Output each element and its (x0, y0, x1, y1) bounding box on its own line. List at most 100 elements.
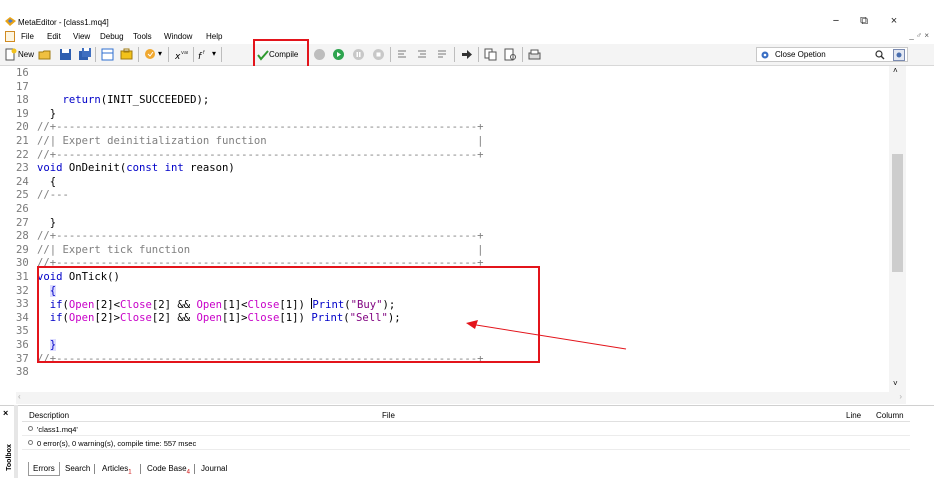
toolbar-separator (221, 47, 222, 62)
editor-horizontal-scrollbar[interactable]: ‹ › (16, 392, 906, 404)
row-description: 'class1.mq4' (37, 425, 78, 434)
line-number: 34 (16, 311, 29, 324)
toolbox-vertical-label: Toolbox (5, 444, 13, 471)
search-options-icon[interactable] (893, 49, 905, 61)
toolbox-close-icon[interactable]: × (3, 408, 8, 418)
code-text[interactable]: //| Expert tick function | (37, 244, 483, 257)
column-header-column[interactable]: Column (876, 411, 904, 420)
tab-search[interactable]: Search (61, 462, 94, 476)
table-row[interactable]: 0 error(s), 0 warning(s), compile time: … (22, 437, 910, 450)
settings-gear-icon[interactable] (760, 50, 770, 60)
pause-debug-icon[interactable] (352, 48, 365, 61)
tab-divider (94, 464, 95, 474)
code-text[interactable]: void OnDeinit(const int reason) (37, 162, 235, 175)
code-text[interactable]: return(INIT_SUCCEEDED); (37, 94, 210, 107)
code-text[interactable]: //+-------------------------------------… (37, 149, 483, 162)
menu-file[interactable]: File (21, 32, 34, 41)
copy-icon[interactable] (484, 48, 497, 61)
editor-vertical-scrollbar[interactable]: ˄ ˅ (889, 66, 906, 392)
menu-edit[interactable]: Edit (47, 32, 61, 41)
table-row[interactable]: 'class1.mq4' (22, 423, 910, 436)
navigator-icon[interactable] (101, 48, 114, 61)
tab-code-base-label: Code Base (147, 464, 187, 473)
row-description: 0 error(s), 0 warning(s), compile time: … (37, 439, 197, 448)
menu-view[interactable]: View (73, 32, 90, 41)
print-preview-icon[interactable] (504, 48, 517, 61)
menu-tools[interactable]: Tools (133, 32, 152, 41)
tab-articles-label: Articles (102, 464, 129, 473)
insert-variable-icon[interactable]: xvar (175, 48, 188, 61)
info-icon (28, 426, 33, 431)
line-number: 18 (16, 94, 29, 107)
restore-button[interactable]: ⧉ (857, 14, 871, 28)
scroll-up-icon[interactable]: ˄ (893, 66, 898, 75)
tab-errors[interactable]: Errors (28, 462, 60, 476)
new-file-icon[interactable] (4, 48, 17, 61)
toolbox-icon[interactable] (120, 48, 133, 61)
scroll-thumb[interactable] (892, 154, 903, 272)
scroll-left-icon[interactable]: ‹ (18, 392, 21, 401)
code-text[interactable]: } (37, 108, 56, 121)
status-bar (0, 480, 934, 496)
column-header-line[interactable]: Line (846, 411, 861, 420)
open-folder-icon[interactable] (38, 48, 51, 61)
line-number: 30 (16, 257, 29, 270)
stop-debug-icon[interactable] (372, 48, 385, 61)
line-number: 24 (16, 175, 29, 188)
line-number: 35 (16, 325, 29, 338)
code-text[interactable]: //--- (37, 189, 69, 202)
tab-journal[interactable]: Journal (197, 462, 231, 476)
save-icon[interactable] (59, 48, 72, 61)
annotation-arrow (466, 320, 627, 350)
toolbox-grid-header: Description File Line Column (22, 409, 910, 422)
toolbox-side-strip (14, 405, 18, 478)
line-number: 19 (16, 107, 29, 120)
code-text[interactable]: //+-------------------------------------… (37, 121, 483, 134)
toolbar: New ▾ xvar ff ▾ Compile (0, 44, 934, 66)
search-box[interactable]: Close Opetion (756, 47, 908, 62)
mdi-window-controls[interactable]: _ ♂ × (909, 31, 929, 40)
minimize-button[interactable]: − (829, 14, 843, 28)
menu-debug[interactable]: Debug (100, 32, 124, 41)
line-number: 36 (16, 339, 29, 351)
go-to-definition-icon[interactable] (460, 48, 473, 61)
code-text[interactable]: //+-------------------------------------… (37, 230, 483, 243)
search-input[interactable]: Close Opetion (775, 50, 826, 59)
scroll-down-icon[interactable]: ˅ (893, 379, 898, 388)
code-text[interactable]: } (37, 217, 56, 230)
code-text[interactable]: //| Expert deinitialization function | (37, 135, 483, 148)
wizard-icon[interactable] (144, 48, 157, 61)
close-button[interactable]: × (887, 14, 901, 28)
save-all-icon[interactable] (78, 48, 91, 61)
start-debug-icon[interactable] (332, 48, 345, 61)
document-icon[interactable] (5, 31, 15, 42)
step-into-icon[interactable] (396, 48, 409, 61)
step-over-icon[interactable] (416, 48, 429, 61)
tab-divider (140, 464, 141, 474)
line-number: 17 (16, 80, 29, 93)
wizard-dropdown-arrow-icon[interactable]: ▾ (158, 49, 162, 58)
info-icon (28, 440, 33, 445)
line-number: 25 (16, 189, 29, 202)
menu-help[interactable]: Help (206, 32, 222, 41)
toolbar-separator (95, 47, 96, 62)
step-icon[interactable] (313, 48, 326, 61)
function-dropdown-arrow-icon[interactable]: ▾ (212, 49, 216, 58)
toolbar-separator (454, 47, 455, 62)
step-out-icon[interactable] (436, 48, 449, 61)
search-icon[interactable] (875, 50, 885, 60)
menu-window[interactable]: Window (164, 32, 192, 41)
line-number: 23 (16, 162, 29, 175)
tab-articles[interactable]: Articles1 (98, 462, 136, 476)
insert-function-icon[interactable]: ff (198, 48, 211, 61)
column-header-description[interactable]: Description (29, 411, 69, 420)
new-button-label[interactable]: New (18, 50, 34, 59)
column-header-file[interactable]: File (382, 411, 395, 420)
tab-code-base[interactable]: Code Base4 (143, 462, 194, 476)
svg-text:f: f (203, 50, 205, 56)
print-icon[interactable] (528, 48, 541, 61)
code-text[interactable]: { (37, 176, 56, 189)
line-number: 16 (16, 67, 29, 79)
scroll-right-icon[interactable]: › (899, 392, 902, 401)
svg-text:var: var (181, 50, 188, 56)
